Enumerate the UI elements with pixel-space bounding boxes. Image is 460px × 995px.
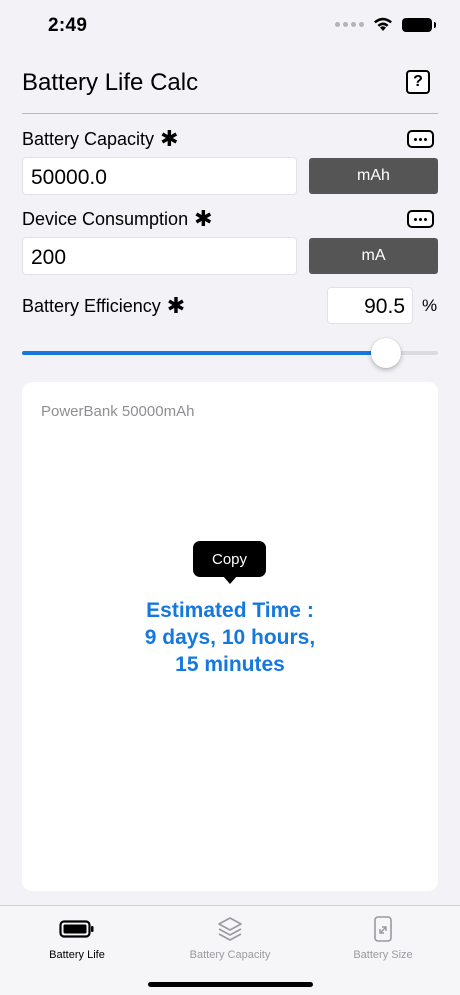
battery-icon: [59, 920, 94, 938]
capacity-label-text: Battery Capacity: [22, 128, 155, 149]
capacity-label: Battery Capacity ✱: [22, 128, 179, 150]
header-divider: [22, 113, 438, 114]
tab-label: Battery Capacity: [189, 949, 271, 961]
copy-button[interactable]: Copy: [193, 541, 266, 584]
question-mark-icon: ?: [413, 73, 423, 90]
estimated-time-line3: 15 minutes: [175, 653, 285, 676]
wifi-icon: [374, 17, 392, 31]
efficiency-label-text: Battery Efficiency: [22, 295, 161, 316]
result-card: PowerBank 50000mAh Copy Estimated Time :…: [22, 382, 438, 891]
tab-label: Battery Life: [49, 949, 105, 961]
efficiency-slider-thumb[interactable]: [371, 338, 401, 368]
tab-battery-capacity[interactable]: Battery Capacity: [160, 914, 300, 961]
consumption-input[interactable]: 200: [22, 237, 297, 275]
estimated-time-line2: 9 days, 10 hours,: [144, 626, 316, 649]
estimated-time-line1: Estimated Time :: [146, 599, 314, 622]
capacity-unit-button[interactable]: mAh: [309, 158, 438, 194]
efficiency-label: Battery Efficiency ✱: [22, 295, 185, 317]
layers-icon: [218, 917, 242, 941]
consumption-presets-button[interactable]: [407, 210, 434, 228]
phone-resize-icon: [374, 916, 392, 942]
page-title: Battery Life Calc: [22, 69, 199, 96]
home-indicator: [148, 982, 313, 987]
status-icons: [335, 17, 436, 32]
capacity-presets-button[interactable]: [407, 130, 434, 148]
capacity-input[interactable]: 50000.0: [22, 157, 297, 195]
efficiency-input[interactable]: 90.5: [327, 287, 413, 324]
required-asterisk: ✱: [194, 206, 213, 231]
tab-battery-life[interactable]: Battery Life: [7, 914, 147, 961]
status-time: 2:49: [48, 15, 88, 36]
tab-battery-size[interactable]: Battery Size: [313, 914, 453, 961]
more-icon: [414, 137, 417, 141]
efficiency-unit: %: [422, 296, 438, 315]
result-subtitle: PowerBank 50000mAh: [41, 403, 195, 420]
help-button[interactable]: ?: [406, 70, 430, 94]
signal-icon: [335, 22, 364, 27]
required-asterisk: ✱: [160, 126, 179, 151]
estimated-time-text[interactable]: Estimated Time : 9 days, 10 hours, 15 mi…: [22, 597, 438, 678]
battery-status-icon: [402, 17, 436, 32]
status-bar: 2:49: [0, 0, 460, 52]
consumption-label: Device Consumption ✱: [22, 208, 213, 230]
more-icon: [414, 217, 417, 221]
required-asterisk: ✱: [166, 293, 186, 318]
tab-label: Battery Size: [353, 949, 413, 961]
consumption-unit-button[interactable]: mA: [309, 238, 438, 274]
consumption-label-text: Device Consumption: [22, 208, 189, 229]
efficiency-slider-fill: [22, 351, 386, 355]
